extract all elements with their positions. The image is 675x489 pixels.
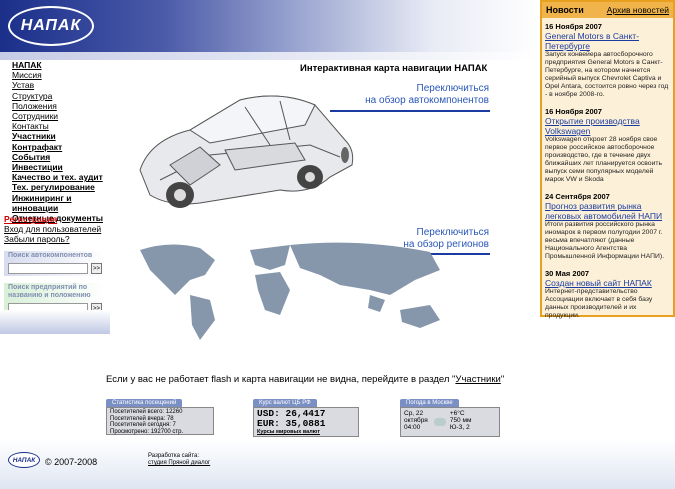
sidebar-item[interactable]: Инжиниринг и инновации [12,193,112,213]
stats-title: Статистика посещений [106,399,183,407]
developer-link[interactable]: студия Пряной диалог [148,460,210,467]
car-cutaway-image[interactable] [130,85,360,215]
weather-pressure: 750 мм [449,417,472,424]
flash-note-end: " [500,374,505,385]
switch-regions-line1: Переключиться [416,227,489,238]
weather-day: Ср, 22 [404,410,424,417]
login-link[interactable]: Вход для пользователей [4,224,101,234]
header-band: НАПАК [0,0,540,52]
sidebar-menu: НАПАК Миссия Устав Структура Положения Сотруд… [12,60,112,223]
news-headline-link[interactable]: Прогноз развития рынка легковых автомоби… [545,201,670,221]
stats-body: Посетителей всего: 12260 Посетителей вчер… [106,407,214,435]
world-map-image[interactable] [130,240,490,345]
weather-time: 04:00 [404,424,421,431]
sidebar-item[interactable]: Участники [12,131,112,141]
flash-note: Если у вас не работает flash и карта нав… [106,374,504,385]
weather-wind: Ю-З, 2 [449,424,470,431]
sidebar-item[interactable]: Структура [12,91,112,101]
participants-link[interactable]: Участники [455,374,500,385]
sidebar-item[interactable]: Тех. регулирование [12,182,112,192]
weather-temp: +6°C [449,410,465,417]
search-companies-title: Поиск предприятий по названию и положени… [8,284,91,299]
search-components-box: Поиск автокомпонентов >> [4,251,106,276]
register-link[interactable]: Регистрация [4,214,101,224]
news-item: 16 Ноября 2007 General Motors в Санкт-Пет… [545,22,670,99]
news-headline-link[interactable]: General Motors в Санкт-Петербурге [545,31,670,51]
news-headline-link[interactable]: Создан новый сайт НАПАК [545,278,670,288]
news-body: Итоги развития российского рынка иномаро… [545,221,665,260]
sidebar-item[interactable]: Контакты [12,121,112,131]
developer-credit: Разработка сайта: студия Пряной диалог [148,453,210,467]
sidebar-item[interactable]: Положения [12,101,112,111]
search-components-input[interactable] [8,263,88,274]
sidebar-item[interactable]: Качество и тех. аудит [12,172,112,182]
logo[interactable]: НАПАК [8,6,94,46]
forgot-password-link[interactable]: Забыли пароль? [4,234,101,244]
sidebar-item[interactable]: НАПАК [12,60,112,70]
news-date: 16 Ноября 2007 [545,107,602,116]
news-body: Volkswagen откроет 28 ноября свое первое… [545,136,663,183]
sidebar-item[interactable]: Сотрудники [12,111,112,121]
footer-band [0,439,675,489]
map-title: Интерактивная карта навигации НАПАК [300,63,488,74]
switch-components-line1: Переключиться [416,83,489,94]
sidebar-item[interactable]: Инвестиции [12,162,112,172]
news-archive-link[interactable]: Архив новостей [607,5,669,15]
switch-components-line2: на обзор автокомпонентов [365,95,489,106]
sidebar-rail [0,310,110,334]
news-date: 16 Ноября 2007 [545,22,602,31]
developer-label: Разработка сайта: [148,453,200,459]
news-body: Интернет-представительство Ассоциации вк… [545,288,653,319]
currency-title: Курс валют ЦБ РФ [253,399,317,407]
aux-links: Регистрация Вход для пользователей Забыл… [4,214,101,244]
news-headline-link[interactable]: Открытие производства Volkswagen [545,116,670,136]
news-item: 16 Ноября 2007 Открытие производства Volk… [545,107,670,184]
stats-line: Просмотрено: 192700 стр. [110,428,184,435]
cloud-icon [433,418,446,426]
switch-components-link[interactable]: Переключиться на обзор автокомпонентов [365,83,489,107]
sidebar-item[interactable]: Устав [12,80,112,90]
news-list: 16 Ноября 2007 General Motors в Санкт-Пет… [542,18,673,330]
sidebar-item[interactable]: Миссия [12,70,112,80]
weather-title: Погода в Москве [400,399,459,407]
footer-logo[interactable]: НАПАК [8,452,40,468]
flash-note-text: Если у вас не работает flash и карта нав… [106,374,456,385]
world-currency-link[interactable]: Курсы мировых валют [257,429,355,435]
stats-widget: Статистика посещений Посетителей всего: … [106,396,214,435]
copyright: © 2007-2008 [45,457,98,467]
search-components-button[interactable]: >> [91,263,102,274]
news-title: Новости [546,5,584,15]
weather-widget: Погода в Москве Ср, 22 октября 04:00 +6°… [400,396,500,437]
search-components-title: Поиск автокомпонентов [8,252,93,259]
currency-widget: Курс валют ЦБ РФ USD: 26,4417 EUR: 35,08… [253,396,359,437]
news-date: 30 Мая 2007 [545,269,590,278]
sidebar-item[interactable]: Контрафакт [12,142,112,152]
sidebar-item[interactable]: События [12,152,112,162]
news-body: Запуск конвейера автосборочного предприя… [545,51,669,98]
news-item: 30 Мая 2007 Создан новый сайт НАПАК Интерн… [545,269,670,320]
news-panel: Новости Архив новостей 16 Ноября 2007 Gen… [540,0,675,319]
header-underline [0,52,540,60]
news-item: 24 Сентября 2007 Прогноз развития рынка л… [545,192,670,261]
eur-rate: EUR: 35,0881 [257,418,326,429]
weather-month: октября [404,417,428,424]
news-date: 24 Сентября 2007 [545,192,610,201]
